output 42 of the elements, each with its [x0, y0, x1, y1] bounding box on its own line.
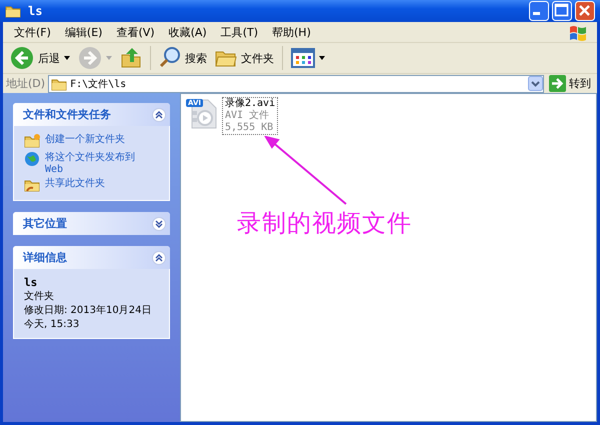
address-label: 地址(D) [6, 76, 46, 91]
collapse-chevron-icon[interactable] [152, 108, 166, 122]
collapse-chevron-icon[interactable] [152, 250, 166, 264]
address-field[interactable]: F:\文件\ls [48, 74, 544, 92]
search-icon [159, 46, 181, 70]
back-button[interactable]: 后退 [7, 44, 73, 72]
dropdown-caret-icon [319, 56, 325, 60]
window-title: ls [28, 4, 42, 18]
dropdown-caret-icon [64, 56, 70, 60]
menu-item[interactable]: 查看(V) [109, 24, 162, 40]
expand-chevron-icon[interactable] [152, 216, 166, 230]
maximize-button[interactable] [552, 1, 572, 21]
view-grid-icon [291, 46, 315, 70]
detail-text: 修改日期: 2013年10月24日 [24, 305, 152, 317]
task-link[interactable]: 创建一个新文件夹 [45, 133, 125, 146]
dropdown-caret-icon [106, 56, 112, 60]
file-name[interactable]: 录像2.avi [225, 98, 276, 110]
task-link[interactable]: Web [45, 164, 135, 175]
panel-title[interactable]: 详细信息 [23, 250, 67, 265]
menu-item[interactable]: 文件(F) [7, 24, 58, 40]
panel-title[interactable]: 其它位置 [23, 216, 67, 231]
search-button[interactable]: 搜索 [156, 44, 210, 72]
new-folder-icon [24, 133, 40, 149]
windows-logo-icon [567, 23, 589, 41]
detail-name: ls [24, 276, 38, 289]
file-size: 5,555 KB [225, 122, 274, 134]
annotation-text: 录制的视频文件 [237, 208, 412, 239]
task-link[interactable]: 共享此文件夹 [45, 177, 105, 190]
globe-icon [24, 151, 40, 167]
minimize-button[interactable] [529, 1, 549, 21]
file-type: AVI 文件 [225, 110, 270, 122]
detail-text: 文件夹 [24, 291, 55, 303]
menu-item[interactable]: 编辑(E) [58, 24, 110, 40]
folders-button[interactable]: 文件夹 [212, 44, 277, 72]
detail-text: 今天, 15:33 [24, 319, 80, 331]
menu-item[interactable]: 收藏(A) [162, 24, 214, 40]
go-button[interactable]: 转到 [547, 75, 597, 92]
task-link[interactable]: 将这个文件夹发布到 [45, 151, 135, 164]
close-button[interactable] [575, 1, 595, 21]
menu-item[interactable]: 帮助(H) [265, 24, 318, 40]
menu-item[interactable]: 工具(T) [214, 24, 265, 40]
up-folder-icon [120, 46, 142, 70]
